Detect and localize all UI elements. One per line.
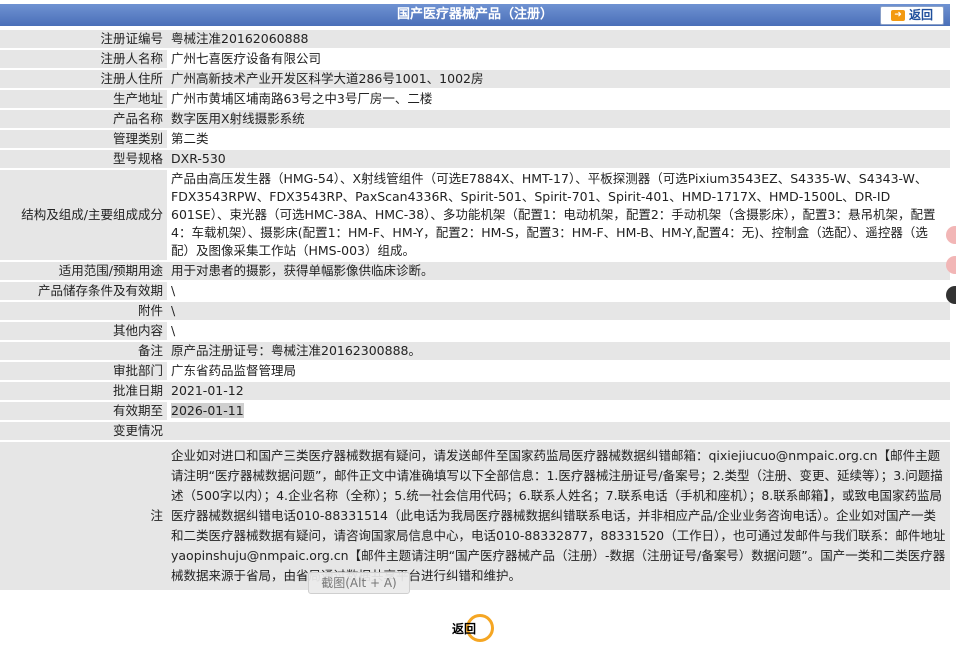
table-row: 适用范围/预期用途 用于对患者的摄影，获得单幅影像供临床诊断。: [0, 262, 950, 280]
table-row: 附件 \: [0, 302, 950, 320]
note-row: 注企业如对进口和国产三类医疗器械数据有疑问，请发送邮件至国家药监局医疗器械数据纠…: [0, 442, 950, 590]
row-value: 粤械注准20162060888: [167, 30, 950, 48]
row-value: \: [167, 282, 950, 300]
row-label: 注册人住所: [0, 70, 167, 88]
row-value: 广东省药品监督管理局: [167, 362, 950, 380]
row-label: 生产地址: [0, 90, 167, 108]
table-row: 备注 原产品注册证号：粤械注准20162300888。: [0, 342, 950, 360]
row-label: 审批部门: [0, 362, 167, 380]
row-value-text: 2026-01-11: [171, 403, 244, 418]
row-label: 型号规格: [0, 150, 167, 168]
row-value-text: \: [171, 283, 176, 298]
row-label: 批准日期: [0, 382, 167, 400]
table-row: 型号规格 DXR-530: [0, 150, 950, 168]
back-button-label: 返回: [908, 8, 933, 22]
row-value: \: [167, 302, 950, 320]
row-value: 广州七喜医疗设备有限公司: [167, 50, 950, 68]
row-label: 其他内容: [0, 322, 167, 340]
row-label: 注册人名称: [0, 50, 167, 68]
table-row: 审批部门 广东省药品监督管理局: [0, 362, 950, 380]
table-row: 生产地址 广州市黄埔区埔南路63号之中3号厂房一、二楼: [0, 90, 950, 108]
row-value-text: 产品由高压发生器（HMG-54）、X射线管组件（可选E7884X、HMT-17）…: [171, 171, 936, 258]
back-button-top[interactable]: ➜ 返回: [880, 6, 944, 25]
table-row: 产品名称 数字医用X射线摄影系统: [0, 110, 950, 128]
row-value-text: \: [171, 323, 176, 338]
table-row: 产品储存条件及有效期 \: [0, 282, 950, 300]
row-value: \: [167, 322, 950, 340]
arrow-right-icon: ➜: [890, 10, 905, 21]
row-value: 用于对患者的摄影，获得单幅影像供临床诊断。: [167, 262, 950, 280]
table-row: 管理类别 第二类: [0, 130, 950, 148]
row-label: 附件: [0, 302, 167, 320]
row-label: 结构及组成/主要组成成分: [0, 170, 167, 260]
table-row: 变更情况: [0, 422, 950, 440]
row-value-text: 2021-01-12: [171, 383, 244, 398]
table-row: 其他内容 \: [0, 322, 950, 340]
page-title: 国产医疗器械产品（注册）: [396, 7, 553, 22]
row-label: 产品名称: [0, 110, 167, 128]
table-row: 注册人名称 广州七喜医疗设备有限公司: [0, 50, 950, 68]
row-value-text: 数字医用X射线摄影系统: [171, 111, 305, 126]
row-value: 广州市黄埔区埔南路63号之中3号厂房一、二楼: [167, 90, 950, 108]
row-value-text: DXR-530: [171, 151, 226, 166]
row-value-text: 广州高新技术产业开发区科学大道286号1001、1002房: [171, 71, 484, 86]
row-value: 2021-01-12: [167, 382, 950, 400]
row-label: 管理类别: [0, 130, 167, 148]
row-value: 产品由高压发生器（HMG-54）、X射线管组件（可选E7884X、HMT-17）…: [167, 170, 950, 260]
table-row: 有效期至 2026-01-11: [0, 402, 950, 420]
row-label: 产品储存条件及有效期: [0, 282, 167, 300]
row-value-text: 原产品注册证号：粤械注准20162300888。: [171, 343, 421, 358]
row-value-text: 用于对患者的摄影，获得单幅影像供临床诊断。: [171, 263, 434, 278]
row-label: 注册证编号: [0, 30, 167, 48]
row-label: 备注: [0, 342, 167, 360]
page-header: 国产医疗器械产品（注册） ➜ 返回: [0, 4, 950, 26]
row-value-text: 广州市黄埔区埔南路63号之中3号厂房一、二楼: [171, 91, 433, 106]
row-value: [167, 422, 950, 440]
note-text: 企业如对进口和国产三类医疗器械数据有疑问，请发送邮件至国家药监局医疗器械数据纠错…: [167, 442, 950, 590]
row-value-text: 广东省药品监督管理局: [171, 363, 297, 378]
row-label: 变更情况: [0, 422, 167, 440]
row-value: 数字医用X射线摄影系统: [167, 110, 950, 128]
row-value: 广州高新技术产业开发区科学大道286号1001、1002房: [167, 70, 950, 88]
row-value: 原产品注册证号：粤械注准20162300888。: [167, 342, 950, 360]
table-row: 批准日期 2021-01-12: [0, 382, 950, 400]
row-value-text: 广州七喜医疗设备有限公司: [171, 51, 322, 66]
row-value: 第二类: [167, 130, 950, 148]
row-label: 有效期至: [0, 402, 167, 420]
row-label: 适用范围/预期用途: [0, 262, 167, 280]
note-label: 注: [0, 442, 167, 590]
table-row: 结构及组成/主要组成成分 产品由高压发生器（HMG-54）、X射线管组件（可选E7…: [0, 170, 950, 260]
detail-table: 注册证编号 粤械注准20162060888 注册人名称 广州七喜医疗设备有限公司 注册人…: [0, 28, 950, 592]
table-row: 注册证编号 粤械注准20162060888: [0, 30, 950, 48]
back-button-bottom-label: 返回: [452, 622, 477, 636]
row-value: DXR-530: [167, 150, 950, 168]
table-row: 注册人住所 广州高新技术产业开发区科学大道286号1001、1002房: [0, 70, 950, 88]
row-value: 2026-01-11: [167, 402, 950, 420]
row-value-text: 第二类: [171, 131, 209, 146]
row-value-text: 粤械注准20162060888: [171, 31, 309, 46]
row-value-text: \: [171, 303, 176, 318]
back-button-bottom[interactable]: 返回: [452, 614, 500, 642]
screenshot-tooltip: 截图(Alt + A): [308, 572, 410, 594]
